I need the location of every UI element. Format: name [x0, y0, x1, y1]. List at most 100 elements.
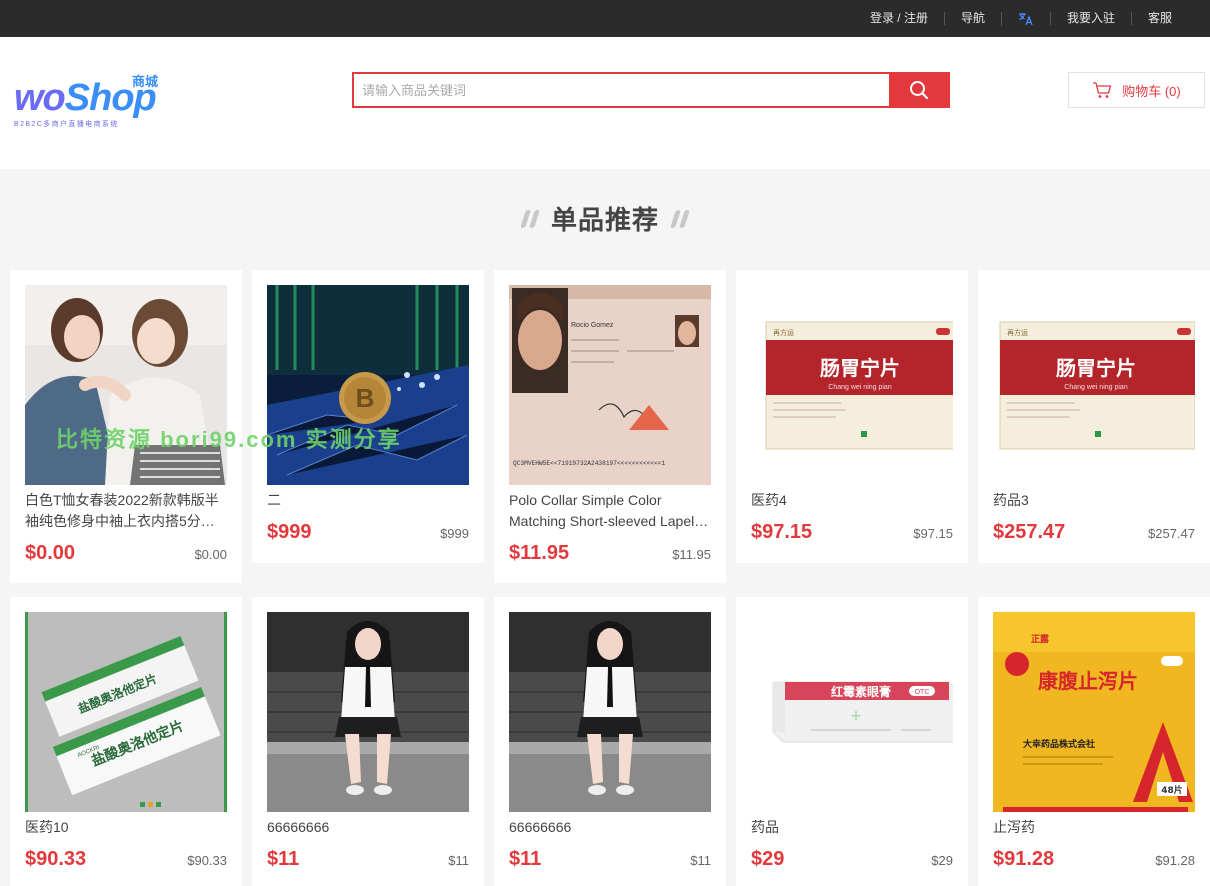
cart-icon	[1093, 82, 1112, 98]
box-brand: 再方运	[773, 328, 794, 337]
site-logo[interactable]: woShop 商城 B2B2C多商户直播电商系统	[14, 71, 184, 133]
medicine-box-red: 肠胃宁片 Chang wei ning pian 再方运	[993, 285, 1195, 485]
product-image-document[interactable]: Rocio Gomez QC3MVEHW5E<<71919732A2438197…	[509, 285, 711, 485]
box-title: 红霉素眼膏	[831, 684, 891, 699]
product-price: $257.47	[993, 521, 1066, 543]
product-original-price: $97.15	[913, 526, 953, 541]
product-image-bitcoin[interactable]: B	[267, 285, 469, 485]
top-bar: 登录 / 注册 导航 我要入驻 客服	[0, 0, 1210, 37]
box-brand: 正露	[1031, 634, 1050, 645]
product-price: $999	[267, 521, 312, 543]
merchant-join-link[interactable]: 我要入驻	[1049, 12, 1131, 25]
medicine-box-red: 肠胃宁片 Chang wei ning pian 再方运	[751, 285, 953, 485]
translate-glyph	[1018, 12, 1033, 25]
product-original-price: $90.33	[187, 853, 227, 868]
nav-link[interactable]: 导航	[943, 12, 1001, 25]
section-title: 单品推荐	[550, 205, 659, 235]
product-original-price: $91.28	[1155, 853, 1195, 868]
id-name-text: Rocio Gomez	[571, 322, 614, 329]
box-company: 大幸药品株式会社	[1023, 738, 1095, 750]
product-name[interactable]: 止泻药	[993, 817, 1195, 838]
search-bar	[352, 72, 950, 108]
search-input[interactable]	[354, 74, 889, 106]
product-original-price: $0.00	[194, 547, 227, 562]
product-image-girl[interactable]	[509, 612, 711, 812]
product-card[interactable]: 正露 康腹止泻片 大幸药品株式会社 48片 止泻药 $91.28 $91.28	[978, 597, 1210, 886]
search-icon	[909, 81, 928, 100]
product-name[interactable]: 药品3	[993, 490, 1195, 511]
product-card[interactable]: 66666666 $11 $11	[252, 597, 484, 886]
medicine-box-green: 盐酸奥洛他定片 盐酸奥洛他定片 AOCKRI	[25, 612, 227, 812]
product-name[interactable]: 白色T恤女春装2022新款韩版半袖纯色修身中袖上衣内搭5分…	[25, 490, 227, 532]
cart-button[interactable]: 购物车 (0)	[1068, 72, 1205, 108]
product-original-price: $11	[448, 853, 469, 868]
section-header: 单品推荐	[0, 200, 1210, 237]
id-mrz-text: QC3MVEHW5E<<71919732A2438197<<<<<<<<<<<<…	[513, 460, 666, 467]
product-original-price: $11.95	[672, 547, 711, 562]
logo-cn: 商城	[132, 74, 159, 89]
top-links: 登录 / 注册 导航 我要入驻 客服	[854, 0, 1188, 37]
box-brand: 再方运	[1007, 328, 1028, 337]
product-original-price: $257.47	[1148, 526, 1195, 541]
product-price: $90.33	[25, 848, 87, 870]
product-card[interactable]: 红霉素眼膏 OTC + 药品 $29 $29	[736, 597, 968, 886]
customer-service-link[interactable]: 客服	[1130, 12, 1188, 25]
translate-icon[interactable]	[1000, 11, 1050, 26]
product-card[interactable]: 肠胃宁片 Chang wei ning pian 再方运 医药4 $97.15 …	[736, 270, 968, 563]
product-original-price: $11	[690, 853, 711, 868]
product-original-price: $999	[440, 526, 469, 541]
girl-sitting-photo	[509, 612, 711, 812]
medicine-box-yellow: 正露 康腹止泻片 大幸药品株式会社 48片	[993, 612, 1195, 812]
product-image-medicine[interactable]: 正露 康腹止泻片 大幸药品株式会社 48片	[993, 612, 1195, 812]
logo-subtitle: B2B2C多商户直播电商系统	[14, 121, 119, 128]
product-card[interactable]: B 二 $999 $999	[252, 270, 484, 563]
product-name[interactable]: Polo Collar Simple Color Matching Short-…	[509, 490, 711, 532]
product-image-girl[interactable]	[267, 612, 469, 812]
product-card[interactable]: 盐酸奥洛他定片 盐酸奥洛他定片 AOCKRI 医药10 $90.33 $90.3…	[10, 597, 242, 886]
box-pinyin: Chang wei ning pian	[1064, 384, 1128, 391]
watermark-text: 比特资源 bori99.com 实测分享	[56, 427, 402, 452]
login-register-link[interactable]: 登录 / 注册	[854, 12, 944, 25]
product-name[interactable]: 药品	[751, 817, 953, 838]
product-price: $11.95	[509, 542, 570, 564]
box-title: 肠胃宁片	[820, 356, 900, 380]
product-image-medicine[interactable]: 肠胃宁片 Chang wei ning pian 再方运	[751, 285, 953, 485]
product-original-price: $29	[931, 853, 953, 868]
cart-label: 购物车 (0)	[1122, 83, 1181, 99]
product-card[interactable]: Rocio Gomez QC3MVEHW5E<<71919732A2438197…	[494, 270, 726, 583]
product-card[interactable]: 肠胃宁片 Chang wei ning pian 再方运 药品3 $257.47…	[978, 270, 1210, 563]
title-deco-left	[520, 209, 540, 228]
header: woShop 商城 B2B2C多商户直播电商系统 购物车 (0)	[0, 37, 1210, 169]
product-image-ointment[interactable]: 红霉素眼膏 OTC +	[751, 612, 953, 812]
logo-text-a: wo	[14, 77, 66, 119]
id-document-photo: Rocio Gomez QC3MVEHW5E<<71919732A2438197…	[509, 285, 711, 485]
box-title: 肠胃宁片	[1056, 356, 1136, 380]
product-name[interactable]: 66666666	[509, 817, 711, 838]
ointment-box: 红霉素眼膏 OTC +	[751, 612, 953, 812]
svg-text:B: B	[356, 383, 375, 413]
product-price: $0.00	[25, 542, 76, 564]
product-price: $11	[509, 848, 542, 870]
box-otc: OTC	[915, 689, 930, 696]
product-name[interactable]: 医药10	[25, 817, 227, 838]
product-image-women[interactable]	[25, 285, 227, 485]
svg-text:+: +	[850, 708, 862, 724]
girl-sitting-photo	[267, 612, 469, 812]
title-deco-right	[670, 209, 690, 228]
product-card[interactable]: 66666666 $11 $11	[494, 597, 726, 886]
search-button[interactable]	[889, 74, 948, 106]
box-pinyin: Chang wei ning pian	[828, 384, 892, 391]
product-image-medicine[interactable]: 盐酸奥洛他定片 盐酸奥洛他定片 AOCKRI	[25, 612, 227, 812]
product-name[interactable]: 66666666	[267, 817, 469, 838]
women-photo	[25, 285, 227, 485]
product-name[interactable]: 二	[267, 490, 469, 511]
product-name[interactable]: 医药4	[751, 490, 953, 511]
box-title: 康腹止泻片	[1038, 669, 1138, 693]
product-price: $11	[267, 848, 300, 870]
product-price: $91.28	[993, 848, 1055, 870]
box-count: 48片	[1161, 784, 1183, 796]
product-price: $29	[751, 848, 785, 870]
product-price: $97.15	[751, 521, 813, 543]
product-image-medicine[interactable]: 肠胃宁片 Chang wei ning pian 再方运	[993, 285, 1195, 485]
bitcoin-circuit-photo: B	[267, 285, 469, 485]
